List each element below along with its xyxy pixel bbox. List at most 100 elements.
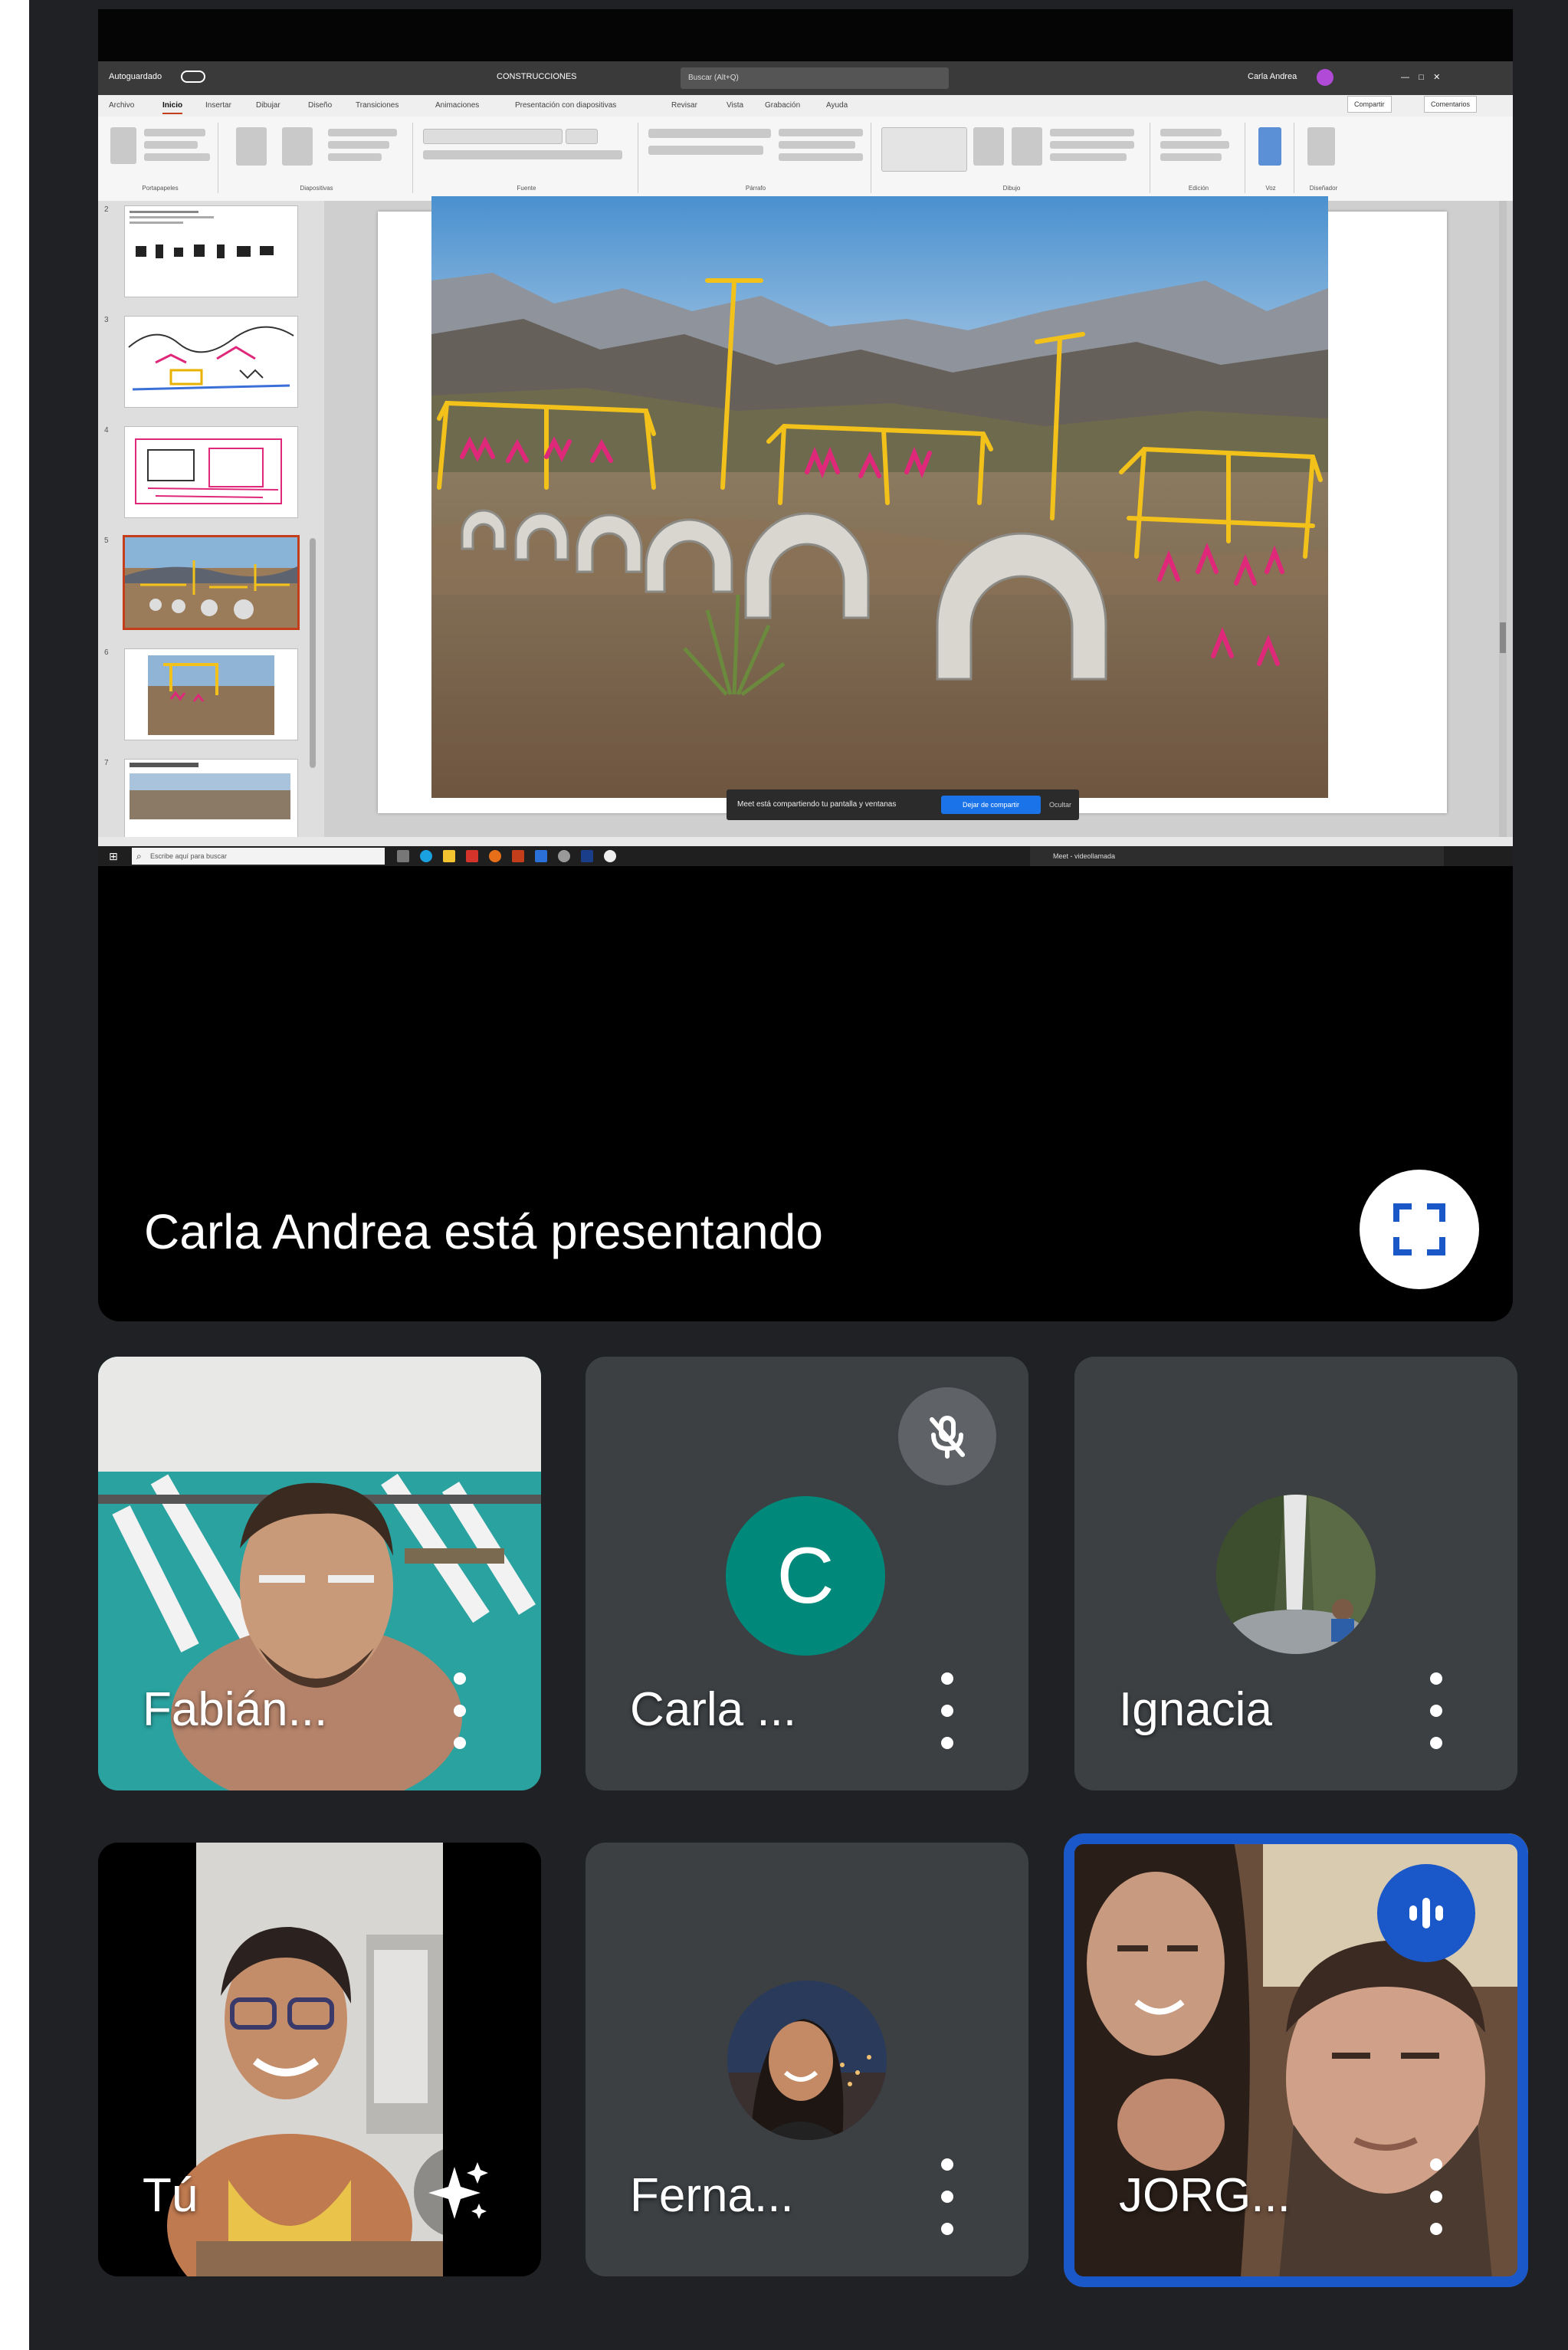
participant-tile[interactable]: Ferna... xyxy=(586,1843,1028,2276)
ribbon-tab: Transiciones xyxy=(356,101,399,110)
windows-start-icon: ⊞ xyxy=(109,850,118,862)
participant-tile-self[interactable]: Tú xyxy=(98,1843,541,2276)
slide-thumbnail xyxy=(124,648,298,740)
participant-name: Fabián... xyxy=(143,1683,328,1736)
ribbon-group-label: Diseñador xyxy=(1309,185,1338,192)
more-options-icon[interactable] xyxy=(1421,1672,1452,1749)
ribbon-tab: Presentación con diapositivas xyxy=(515,101,617,110)
ribbon-group-label: Dibujo xyxy=(1002,185,1021,192)
taskbar-search: Escribe aquí para buscar xyxy=(132,848,385,865)
ribbon-group: Edición xyxy=(1153,123,1245,193)
powerpoint-icon xyxy=(512,850,524,862)
more-options-icon[interactable] xyxy=(1421,2158,1452,2235)
participant-name: Carla ... xyxy=(630,1683,797,1736)
ribbon-group-label: Portapapeles xyxy=(142,185,179,192)
stop-sharing-button: Dejar de compartir xyxy=(941,796,1041,814)
title-search-box: Buscar (Alt+Q) xyxy=(681,67,949,89)
task-view-icon xyxy=(397,850,409,862)
participant-name: Ignacia xyxy=(1119,1683,1272,1736)
photoshop-icon xyxy=(581,850,593,862)
muted-indicator xyxy=(898,1387,996,1485)
app-icon xyxy=(466,850,478,862)
presenting-banner: Carla Andrea está presentando xyxy=(144,1204,823,1259)
settings-icon xyxy=(558,850,570,862)
powerpoint-titlebar: Autoguardado CONSTRUCCIONES Buscar (Alt+… xyxy=(98,61,1513,95)
sharing-notification-text: Meet está compartiendo tu pantalla y ven… xyxy=(737,800,897,809)
sharing-notification: Meet está compartiendo tu pantalla y ven… xyxy=(727,789,1079,820)
ribbon-group: Dibujo xyxy=(874,123,1150,193)
window-controls: — □ ✕ xyxy=(1401,73,1441,82)
ribbon-group: Párrafo xyxy=(641,123,871,193)
ribbon: Portapapeles Diapositivas Fuente Párrafo… xyxy=(98,117,1513,202)
taskbar-popup: Meet - videollamada xyxy=(1030,846,1444,866)
shared-screen: Autoguardado CONSTRUCCIONES Buscar (Alt+… xyxy=(98,61,1513,866)
slide-editor xyxy=(324,196,1513,837)
editor-scrollbar xyxy=(1499,201,1507,837)
visual-effects-button[interactable] xyxy=(414,2146,506,2238)
ribbon-group-label: Párrafo xyxy=(745,185,766,192)
participant-tile[interactable]: C Carla ... xyxy=(586,1357,1028,1790)
ribbon-group-label: Diapositivas xyxy=(300,185,333,192)
more-options-icon[interactable] xyxy=(932,2158,963,2235)
slide-thumbnail xyxy=(124,205,298,297)
account-name: Carla Andrea xyxy=(1248,72,1297,81)
more-options-icon[interactable] xyxy=(932,1672,963,1749)
ribbon-group: Fuente xyxy=(415,123,638,193)
participant-name: Tú xyxy=(143,2169,198,2222)
hide-notification-button: Ocultar xyxy=(1048,801,1071,809)
ribbon-tab: Animaciones xyxy=(435,101,480,110)
participant-tile[interactable]: Fabián... xyxy=(98,1357,541,1790)
ribbon-tab: Dibujar xyxy=(256,101,280,110)
ribbon-group-label: Edición xyxy=(1188,185,1209,192)
fullscreen-button[interactable] xyxy=(1360,1170,1479,1289)
ribbon-tab: Archivo xyxy=(109,101,135,110)
ribbon-tab: Revisar xyxy=(671,101,697,110)
file-explorer-icon xyxy=(443,850,455,862)
ribbon-tab: Vista xyxy=(727,101,744,110)
ribbon-group: Voz xyxy=(1248,123,1294,193)
slide-thumbnail-pane: 2 3 4 5 6 7 xyxy=(98,201,324,851)
meet-app: Autoguardado CONSTRUCCIONES Buscar (Alt+… xyxy=(29,0,1568,2350)
word-icon xyxy=(535,850,547,862)
sparkle-effects-icon xyxy=(428,2162,488,2219)
ribbon-tab: Diseño xyxy=(308,101,333,110)
share-button: Compartir xyxy=(1347,96,1392,113)
slide-thumbnail xyxy=(124,316,298,408)
browser-icon xyxy=(489,850,501,862)
ribbon-tab-active: Inicio xyxy=(162,101,183,114)
participant-name: Ferna... xyxy=(630,2169,794,2222)
slide-thumbnail xyxy=(124,426,298,518)
presentation-stage: Autoguardado CONSTRUCCIONES Buscar (Alt+… xyxy=(98,9,1513,1321)
ribbon-group: Diapositivas xyxy=(221,123,413,193)
ribbon-tab: Ayuda xyxy=(826,101,848,110)
ribbon-tabs: Archivo Inicio Insertar Dibujar Diseño T… xyxy=(98,95,1513,117)
more-options-icon[interactable] xyxy=(444,1672,475,1749)
microphone-off-icon xyxy=(930,1416,965,1459)
thumbnail-scrollbar xyxy=(310,538,316,768)
audio-level-icon xyxy=(1409,1898,1443,1928)
ribbon-group-label: Fuente xyxy=(517,185,536,192)
account-avatar xyxy=(1317,69,1333,86)
ribbon-tab: Grabación xyxy=(765,101,801,110)
document-title: CONSTRUCCIONES xyxy=(497,72,577,81)
powerpoint-statusbar xyxy=(98,837,1513,846)
autosave-toggle xyxy=(181,71,205,83)
participant-tile[interactable]: Ignacia xyxy=(1074,1357,1517,1790)
ribbon-group: Portapapeles xyxy=(103,123,218,193)
ribbon-tab: Insertar xyxy=(205,101,231,110)
speaking-indicator xyxy=(1377,1864,1475,1962)
windows-taskbar: ⊞ Escribe aquí para buscar Meet - videol… xyxy=(98,846,1513,866)
chrome-icon xyxy=(604,850,616,862)
stage-top-bar xyxy=(98,9,1513,61)
slide-thumbnail-selected xyxy=(123,535,300,630)
comments-button: Comentarios xyxy=(1424,96,1478,113)
slide-photo-image xyxy=(431,196,1328,798)
participant-avatar xyxy=(1216,1495,1376,1654)
participant-name: JORG... xyxy=(1119,2169,1291,2222)
participant-avatar xyxy=(727,1981,887,2140)
current-slide xyxy=(378,196,1447,813)
autosave-label: Autoguardado xyxy=(109,72,162,81)
participant-tile-speaking[interactable]: JORG... xyxy=(1064,1833,1528,2287)
participant-avatar: C xyxy=(726,1496,885,1656)
edge-icon xyxy=(420,850,432,862)
